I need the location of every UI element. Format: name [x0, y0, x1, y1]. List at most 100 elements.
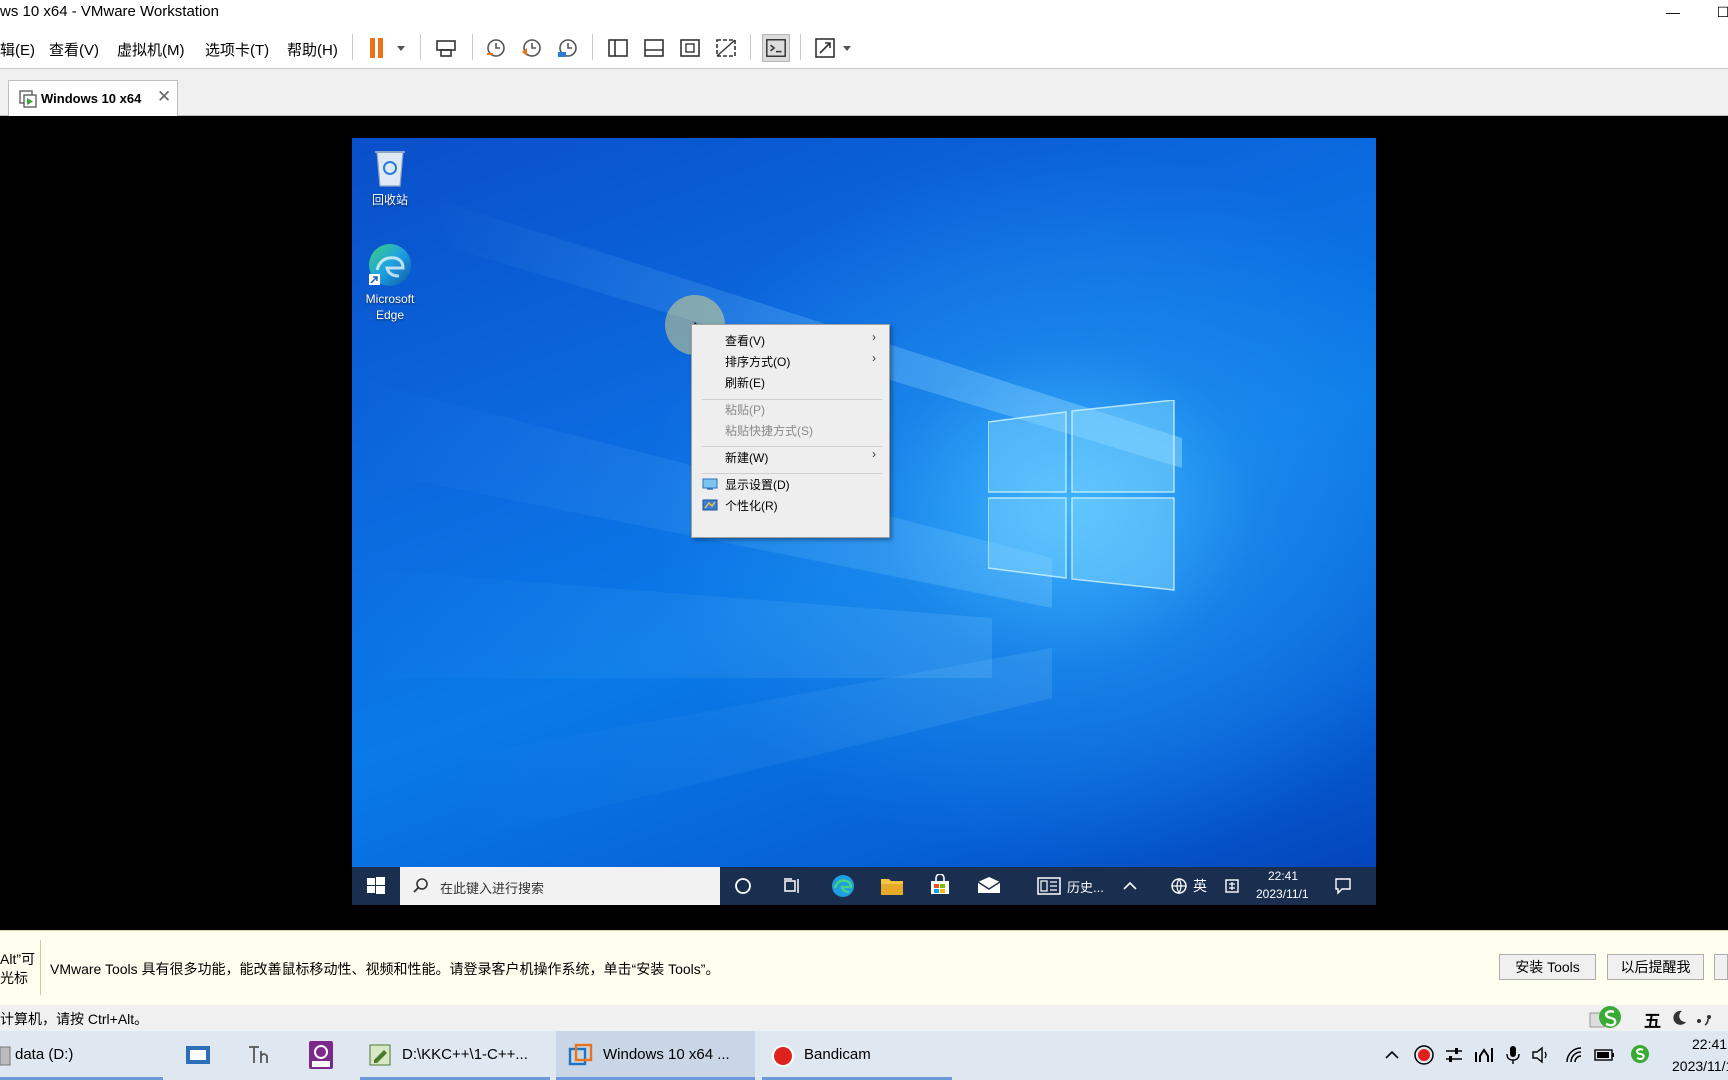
toolbar-separator [800, 34, 801, 60]
menu-edit[interactable]: 辑(E) [0, 39, 35, 60]
recycle-bin-label: 回收站 [371, 193, 408, 207]
context-item-display-settings[interactable]: 显示设置(D) [725, 476, 790, 493]
context-item-paste: 粘贴(P) [725, 403, 765, 417]
text-editor-icon[interactable] [368, 1042, 394, 1068]
show-thumbnail-button[interactable] [640, 34, 668, 62]
sliders-icon[interactable] [1444, 1046, 1464, 1064]
bandicam-record-icon[interactable] [1414, 1045, 1434, 1065]
ime-indicator[interactable]: 英 [1193, 876, 1207, 896]
guest-search-box[interactable]: 在此键入进行搜索 [400, 867, 720, 905]
snapshot-button[interactable] [482, 34, 510, 62]
show-library-button[interactable] [604, 34, 632, 62]
toolbar-separator [592, 34, 593, 60]
minimize-button[interactable]: — [1650, 0, 1696, 26]
full-screen-icon [680, 39, 700, 57]
moon-icon[interactable] [1670, 1009, 1688, 1027]
install-tools-button[interactable]: 安装 Tools [1499, 954, 1596, 980]
typora-icon[interactable] [246, 1043, 274, 1067]
menu-view[interactable]: 查看(V) [49, 39, 99, 60]
battery-icon[interactable] [1594, 1047, 1616, 1063]
snapshot-icon [487, 39, 505, 57]
notification-divider [40, 940, 41, 995]
ime-mode-icon[interactable] [1224, 878, 1240, 894]
windows-logo-wallpaper [987, 399, 1204, 596]
unity-button[interactable] [712, 34, 740, 62]
notification-left-line2: 光标 [0, 970, 28, 986]
context-item-sort[interactable]: 排序方式(O) [725, 353, 790, 370]
context-item-view[interactable]: 查看(V) [725, 332, 765, 349]
console-view-button[interactable] [762, 34, 790, 62]
host-task-vmware[interactable]: Windows 10 x64 ... [603, 1046, 730, 1063]
search-icon [413, 878, 428, 893]
news-label[interactable]: 历史... [1067, 877, 1104, 896]
context-item-new[interactable]: 新建(W) [725, 449, 768, 466]
stretch-icon [815, 38, 851, 58]
personalize-icon [702, 499, 718, 511]
remind-later-button[interactable]: 以后提醒我 [1607, 954, 1704, 980]
host-task-folder[interactable]: D:\KKC++\1-C++... [402, 1046, 528, 1063]
display-icon [702, 478, 718, 490]
tab-windows-10-x64[interactable]: Windows 10 x64 ✕ [8, 80, 178, 116]
toolbar-separator [750, 34, 751, 60]
news-icon[interactable] [1037, 877, 1061, 895]
notification-center-icon[interactable] [1334, 877, 1352, 895]
tab-close-icon[interactable]: ✕ [157, 87, 171, 107]
menu-tabs[interactable]: 选项卡(T) [205, 39, 269, 60]
menu-bar: 辑(E) 查看(V) 虚拟机(M) 选项卡(T) 帮助(H) [0, 26, 1728, 69]
guest-clock-date[interactable]: 2023/11/1 [1256, 887, 1309, 901]
menu-help[interactable]: 帮助(H) [287, 39, 338, 60]
host-task-data-drive[interactable]: data (D:) [15, 1046, 73, 1063]
pause-button[interactable] [364, 34, 408, 62]
guest-clock-time[interactable]: 22:41 [1268, 869, 1298, 883]
volume-icon[interactable] [1531, 1046, 1551, 1064]
host-clock-date[interactable]: 2023/11/1 [1672, 1058, 1728, 1074]
cortana-icon[interactable] [734, 877, 752, 895]
bars-app-icon[interactable] [1474, 1046, 1494, 1064]
drive-icon [0, 1046, 11, 1066]
sogou-ime-icon[interactable] [1588, 1005, 1624, 1031]
maximize-button[interactable]: ☐ [1700, 0, 1728, 26]
sogou-tray-icon[interactable] [1630, 1044, 1650, 1064]
pdf-app-icon[interactable] [306, 1040, 336, 1070]
recycle-bin-icon [375, 151, 405, 187]
snapshot-manager-button[interactable] [554, 34, 582, 62]
task-view-icon[interactable] [782, 877, 802, 895]
search-placeholder: 在此键入进行搜索 [440, 881, 545, 896]
punctuation-icon[interactable] [1694, 1009, 1724, 1027]
keyboard-icon [436, 40, 456, 57]
context-item-personalize[interactable]: 个性化(R) [725, 497, 778, 514]
tray-chevron-up-icon[interactable] [1384, 1048, 1400, 1062]
notification-more-button[interactable] [1714, 954, 1728, 980]
toolbar-separator [352, 34, 353, 60]
ime-wubi-label[interactable]: 五 [1644, 1007, 1661, 1032]
submenu-arrow-icon: › [872, 330, 876, 344]
start-button[interactable] [362, 874, 390, 898]
thumbnail-bar-icon [644, 39, 664, 57]
console-icon [766, 39, 786, 57]
mail-icon[interactable] [977, 876, 1001, 894]
revert-snapshot-button[interactable] [518, 34, 546, 62]
desktop-icon-edge[interactable]: Microsoft Edge [354, 242, 426, 330]
library-icon [608, 39, 628, 57]
desktop-icon-recycle-bin[interactable]: 回收站 [354, 144, 426, 214]
context-item-refresh[interactable]: 刷新(E) [725, 374, 765, 391]
send-ctrl-alt-del-button[interactable] [432, 34, 460, 62]
notification-left-line1: Alt”可 [0, 951, 35, 967]
edge-taskbar-icon[interactable] [830, 873, 856, 899]
full-screen-button[interactable] [676, 34, 704, 62]
file-explorer-icon[interactable] [880, 875, 904, 897]
host-clock-time[interactable]: 22:41 [1692, 1036, 1727, 1052]
wifi-icon[interactable] [1565, 1046, 1585, 1064]
stretch-guest-button[interactable] [812, 34, 858, 62]
chevron-up-icon[interactable] [1122, 879, 1138, 893]
store-icon[interactable] [929, 874, 951, 896]
bandicam-icon[interactable] [771, 1044, 795, 1068]
menu-vm[interactable]: 虚拟机(M) [117, 39, 185, 60]
microphone-icon[interactable] [1505, 1045, 1521, 1065]
window-manager-icon[interactable] [184, 1043, 212, 1067]
vm-tab-icon [19, 90, 37, 108]
tab-label: Windows 10 x64 [41, 91, 142, 106]
host-task-bandicam[interactable]: Bandicam [804, 1046, 871, 1063]
context-separator [702, 399, 882, 400]
language-globe-icon[interactable] [1170, 877, 1188, 895]
